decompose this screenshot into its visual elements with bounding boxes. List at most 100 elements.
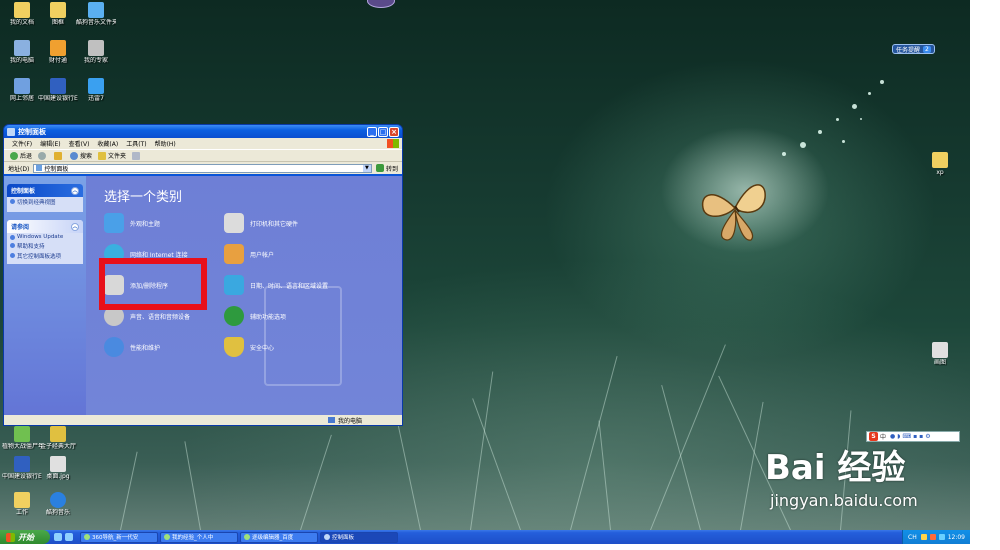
- highlight-box: [99, 258, 207, 310]
- switch-classic-view-link[interactable]: 切换到经典视图: [7, 197, 83, 212]
- clock[interactable]: 12:09: [948, 534, 965, 541]
- see-also-header[interactable]: 请参阅 ︿: [7, 220, 83, 233]
- control-panel-section-header[interactable]: 控制面板 ︿: [7, 184, 83, 197]
- go-button[interactable]: 转到: [375, 164, 398, 173]
- windows-update-link[interactable]: Windows Update: [7, 233, 83, 241]
- desktop-icon-my-expert[interactable]: 我的专家: [76, 40, 116, 64]
- language-indicator[interactable]: CH: [908, 534, 917, 541]
- game-icon: [14, 426, 30, 442]
- maximize-button[interactable]: □: [378, 126, 388, 137]
- menu-tools[interactable]: 工具(T): [126, 139, 146, 148]
- bank-icon: [50, 78, 66, 94]
- game-hall-icon: [50, 426, 66, 442]
- chevron-up-icon[interactable]: ︿: [71, 186, 79, 195]
- up-button[interactable]: [54, 151, 64, 160]
- control-panel-icon: [36, 165, 43, 171]
- other-options-link[interactable]: 其它控制面板选项: [7, 251, 83, 264]
- sparkle: [800, 142, 806, 148]
- window-title: 控制面板: [18, 127, 46, 136]
- menu-edit[interactable]: 编辑(E): [40, 139, 60, 148]
- minimize-button[interactable]: _: [367, 126, 377, 137]
- music-folder-icon: [88, 2, 104, 18]
- browser-icon: [164, 534, 170, 540]
- network-icon: [14, 78, 30, 94]
- help-support-link[interactable]: 帮助和支持: [7, 241, 83, 251]
- desktop-icon-paint[interactable]: 画图: [920, 342, 960, 366]
- quick-launch-ie-icon[interactable]: [54, 533, 62, 541]
- grass-stroke: [120, 451, 138, 531]
- desktop-icon-my-documents[interactable]: 我的文档: [2, 2, 42, 26]
- task-reminder-badge[interactable]: 任务提醒 2: [892, 44, 935, 54]
- sparkle: [836, 118, 839, 121]
- address-dropdown-icon[interactable]: ▼: [362, 164, 371, 172]
- back-button[interactable]: 后退: [10, 151, 32, 160]
- person-icon: [88, 40, 104, 56]
- ime-tool-icons: ●◗⌨▪▪⚙: [890, 433, 933, 440]
- grass-stroke: [598, 420, 611, 531]
- desktop-icon-xunlei[interactable]: 迅雷7: [76, 78, 116, 102]
- taskbar-item-editor[interactable]: 逐级编辑器_百度: [240, 531, 318, 543]
- desktop-icon-ccb[interactable]: 中国建设银行E路护航: [38, 78, 78, 102]
- see-also-section: 请参阅 ︿ Windows Update 帮助和支持 其它控制面板选项: [7, 220, 83, 264]
- control-panel-watermark-icon: [264, 286, 342, 386]
- desktop-icon-kugou[interactable]: 酷狗音乐: [38, 492, 78, 516]
- tray-icon[interactable]: [929, 534, 936, 540]
- desktop-icon-jinzi[interactable]: 金子经典大厅: [38, 426, 78, 450]
- desktop-icon-tenpay[interactable]: 财付通: [38, 40, 78, 64]
- search-button[interactable]: 搜索: [70, 151, 92, 160]
- date-time-icon: [224, 275, 244, 295]
- tray-icon[interactable]: [938, 534, 945, 540]
- chevron-up-icon[interactable]: ︿: [71, 222, 79, 231]
- forward-button[interactable]: [38, 151, 48, 160]
- views-button[interactable]: [132, 151, 142, 160]
- grass-stroke: [300, 434, 332, 531]
- folder-icon: [932, 152, 948, 168]
- taskbar-item-jingyan[interactable]: 我的经验_个人中: [160, 531, 238, 543]
- butterfly-wallpaper-icon: [701, 184, 766, 241]
- desktop-icon-network-places[interactable]: 网上邻居: [2, 78, 42, 102]
- menu-file[interactable]: 文件(F): [12, 139, 32, 148]
- start-button[interactable]: 开始: [0, 530, 50, 544]
- desktop-icon-pvz[interactable]: 植物大战僵尸年度版: [2, 426, 42, 450]
- users-icon: [224, 244, 244, 264]
- grass-stroke: [661, 384, 701, 531]
- address-input[interactable]: 控制面板 ▼: [33, 163, 372, 173]
- kugou-icon: [50, 492, 66, 508]
- back-arrow-icon: [10, 151, 18, 160]
- folders-button[interactable]: 文件夹: [98, 151, 126, 160]
- control-panel-section: 控制面板 ︿ 切换到经典视图: [7, 184, 83, 212]
- desktop-icon-my-computer[interactable]: 我的电脑: [2, 40, 42, 64]
- menu-view[interactable]: 查看(V): [69, 139, 90, 148]
- desktop-icon-tukuang[interactable]: 图框: [38, 2, 78, 26]
- quick-launch-desktop-icon[interactable]: [65, 533, 73, 541]
- category-user-accounts[interactable]: 用户帐户: [224, 244, 384, 264]
- paint-icon: [932, 342, 948, 358]
- taskbar-item-control-panel[interactable]: 控制面板: [320, 531, 398, 543]
- folder-icon: [14, 492, 30, 508]
- desktop-icon-ccb-2[interactable]: 中国建设银行E路护航: [2, 456, 42, 480]
- grass-stroke: [570, 356, 618, 531]
- close-button[interactable]: ×: [389, 126, 399, 137]
- menu-favorites[interactable]: 收藏(A): [97, 139, 118, 148]
- go-arrow-icon: [375, 164, 384, 172]
- accessibility-icon: [224, 306, 244, 326]
- grass-stroke: [470, 371, 494, 531]
- category-performance[interactable]: 性能和维护: [104, 337, 224, 357]
- computer-icon: [14, 40, 30, 56]
- xunlei-icon: [88, 78, 104, 94]
- category-printers[interactable]: 打印机和其它硬件: [224, 213, 384, 233]
- desktop-icon-kugou-folder[interactable]: 酷狗音乐文件夹: [76, 2, 116, 26]
- appearance-icon: [104, 213, 124, 233]
- desktop-icon-desktop-jpg[interactable]: 桌面.jpg: [38, 456, 78, 480]
- menu-help[interactable]: 帮助(H): [155, 139, 176, 148]
- desktop-icon-xp[interactable]: xp: [920, 152, 960, 176]
- window-titlebar[interactable]: 控制面板 _ □ ×: [4, 125, 402, 138]
- desktop-icon-work[interactable]: 工作: [2, 492, 42, 516]
- security-shield-icon: [224, 337, 244, 357]
- sparkle: [842, 140, 845, 143]
- category-appearance[interactable]: 外观和主题: [104, 213, 224, 233]
- sparkle: [852, 104, 857, 109]
- tray-icon[interactable]: [920, 534, 927, 540]
- views-icon: [132, 151, 141, 160]
- taskbar-item-360[interactable]: 360导航_新一代安: [80, 531, 158, 543]
